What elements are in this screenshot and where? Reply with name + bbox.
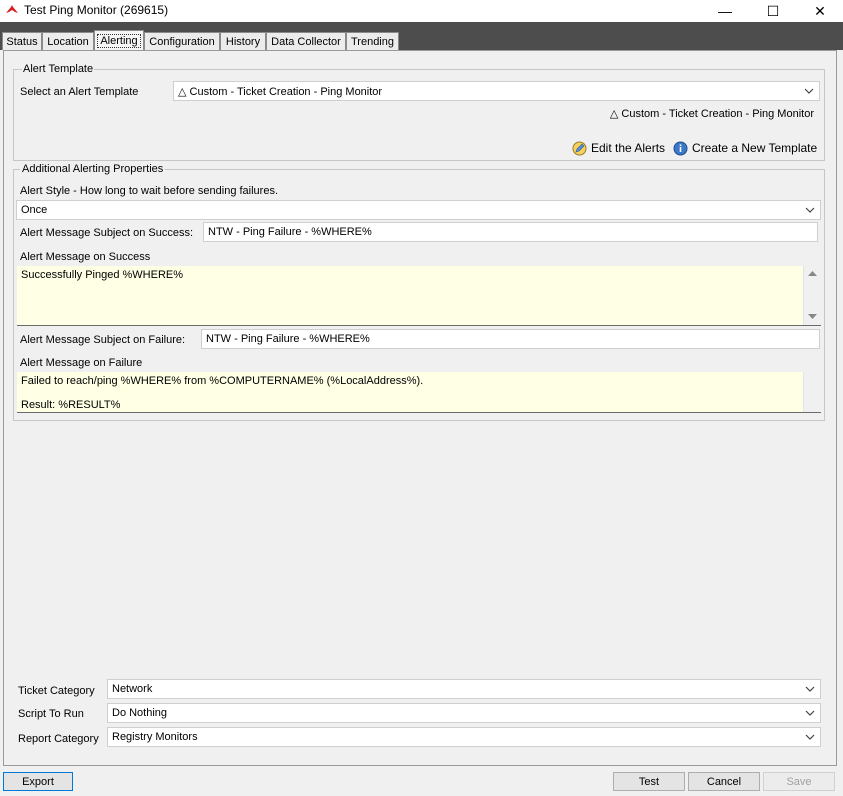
chevron-down-icon [805, 710, 815, 716]
ticket-category-label: Ticket Category [18, 685, 95, 697]
maximize-button[interactable]: ☐ [751, 0, 795, 22]
scroll-up-icon[interactable] [808, 270, 817, 277]
failure-message-label: Alert Message on Failure [20, 357, 143, 369]
chevron-down-icon [805, 207, 815, 213]
alert-template-value: △ Custom - Ticket Creation - Ping Monito… [178, 86, 383, 98]
additional-properties-title: Additional Alerting Properties [20, 163, 166, 175]
success-message-scrollbar[interactable] [803, 266, 820, 325]
report-category-select[interactable]: Registry Monitors [107, 727, 821, 747]
select-template-label: Select an Alert Template [20, 86, 139, 98]
edit-alerts-link[interactable]: Edit the Alerts [572, 140, 665, 156]
report-category-label: Report Category [18, 733, 99, 745]
chevron-down-icon [804, 88, 814, 94]
failure-message-scrollbar[interactable] [803, 372, 820, 412]
test-button[interactable]: Test [613, 772, 685, 791]
tab-data-collector[interactable]: Data Collector [266, 32, 346, 50]
divider [17, 412, 821, 413]
report-category-value: Registry Monitors [112, 731, 198, 743]
chevron-down-icon [805, 734, 815, 740]
info-icon [673, 141, 688, 155]
tab-history[interactable]: History [220, 32, 266, 50]
alert-style-label: Alert Style - How long to wait before se… [20, 185, 279, 197]
alert-template-title: Alert Template [22, 63, 95, 75]
app-logo-icon [6, 5, 18, 13]
script-select[interactable]: Do Nothing [107, 703, 821, 723]
ticket-category-value: Network [112, 683, 153, 695]
close-icon: ✕ [814, 2, 826, 19]
tab-trending[interactable]: Trending [346, 32, 399, 50]
save-button[interactable]: Save [763, 772, 835, 791]
success-message-label: Alert Message on Success [20, 251, 151, 263]
failure-message-line: Failed to reach/ping %WHERE% from %COMPU… [21, 375, 424, 387]
maximize-icon: ☐ [766, 2, 780, 19]
current-template-text: △ Custom - Ticket Creation - Ping Monito… [609, 108, 814, 120]
script-value: Do Nothing [112, 707, 168, 719]
window-title: Test Ping Monitor (269615) [24, 3, 169, 17]
alert-template-select[interactable]: △ Custom - Ticket Creation - Ping Monito… [173, 81, 820, 101]
export-button[interactable]: Export [3, 772, 73, 791]
create-template-link[interactable]: Create a New Template [673, 140, 817, 156]
close-button[interactable]: ✕ [798, 0, 842, 22]
success-subject-input[interactable]: NTW - Ping Failure - %WHERE% [203, 222, 818, 242]
alert-style-select[interactable]: Once [16, 200, 821, 220]
failure-subject-input[interactable]: NTW - Ping Failure - %WHERE% [201, 329, 820, 349]
ticket-category-select[interactable]: Network [107, 679, 821, 699]
success-subject-label: Alert Message Subject on Success: [20, 227, 194, 239]
edit-icon [572, 141, 587, 155]
cancel-button[interactable]: Cancel [688, 772, 760, 791]
tab-location[interactable]: Location [42, 32, 94, 50]
tab-alerting[interactable]: Alerting [94, 30, 144, 50]
tab-configuration[interactable]: Configuration [144, 32, 220, 50]
minimize-button[interactable]: — [703, 0, 747, 22]
tab-status[interactable]: Status [2, 32, 42, 50]
failure-subject-label: Alert Message Subject on Failure: [20, 334, 186, 346]
failure-message-line: Result: %RESULT% [21, 399, 121, 411]
divider [17, 325, 821, 326]
script-label: Script To Run [18, 708, 84, 720]
alert-style-value: Once [21, 204, 48, 216]
failure-message-textarea[interactable]: Failed to reach/ping %WHERE% from %COMPU… [17, 372, 803, 412]
minimize-icon: — [718, 3, 732, 19]
scroll-down-icon[interactable] [808, 313, 817, 320]
success-message-textarea[interactable]: Successfully Pinged %WHERE% [17, 266, 803, 325]
chevron-down-icon [805, 686, 815, 692]
